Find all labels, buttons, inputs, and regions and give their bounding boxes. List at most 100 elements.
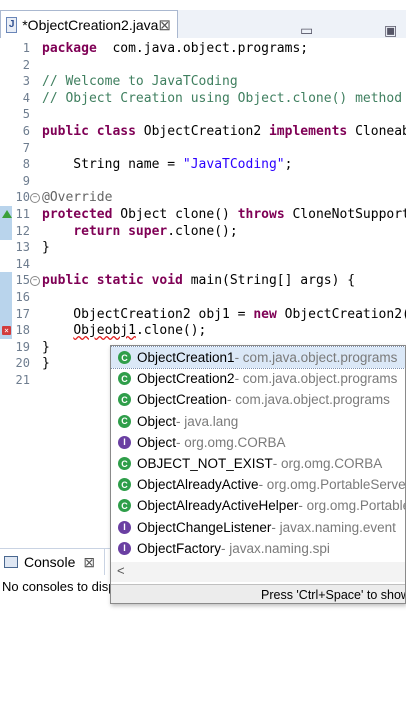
line-number: 4 [22, 90, 30, 105]
code-line[interactable]: 4 // Object Creation using Object.clone()… [0, 90, 406, 107]
class-icon: C [118, 478, 131, 492]
code-text: Objeobj1.clone(); [73, 323, 207, 339]
line-number: 3 [22, 74, 30, 89]
line-number: 11 [15, 207, 30, 221]
code-line[interactable]: 7 [0, 140, 406, 157]
autocomplete-item-name: ObjectCreation1 [137, 350, 235, 365]
autocomplete-item[interactable]: C OBJECT_NOT_EXIST - org.omg.CORBA [111, 453, 405, 474]
close-icon[interactable]: ⊠ [83, 554, 95, 571]
autocomplete-popup: C ObjectCreation1 - com.java.object.progr… [110, 345, 406, 604]
code-text: // Welcome to JavaTCoding [42, 74, 238, 90]
autocomplete-item[interactable]: C ObjectCreation2 - com.java.object.progr… [111, 368, 405, 389]
autocomplete-item[interactable]: C ObjectCreation1 - com.java.object.progr… [111, 346, 405, 369]
editor-tab[interactable]: J *ObjectCreation2.java ⊠ [0, 10, 178, 38]
class-icon: C [118, 393, 131, 407]
autocomplete-item-name: ObjectAlreadyActiveHelper [137, 498, 299, 514]
autocomplete-item[interactable]: C ObjectAlreadyActive - org.omg.PortableS… [111, 474, 406, 495]
code-line[interactable]: 8 String name = "JavaTCoding"; [0, 156, 406, 173]
line-number: 15 [15, 273, 30, 288]
code-line[interactable]: 17 ObjectCreation2 obj1 = new ObjectCrea… [0, 305, 406, 323]
autocomplete-item[interactable]: C ObjectAlreadyActiveHelper - org.omg.Por… [111, 495, 405, 516]
autocomplete-item[interactable]: I ObjectChangeListener - javax.naming.eve… [111, 517, 405, 538]
line-number: 7 [22, 140, 30, 155]
console-icon [4, 556, 18, 568]
code-text: @Override [42, 190, 113, 206]
line-number: 1 [22, 41, 30, 55]
line-number: 9 [22, 173, 30, 188]
code-text: public static void main(String[] args) { [42, 273, 356, 289]
autocomplete-hint: Press 'Ctrl+Space' to show Template Prop… [261, 588, 405, 602]
class-icon: C [118, 372, 131, 386]
close-icon[interactable]: ⊠ [158, 16, 171, 34]
code-text: ObjectCreation2 obj1 = new ObjectCreatio… [42, 306, 406, 322]
editor-tab-bar: J *ObjectCreation2.java ⊠ ▭ ▣ [0, 10, 406, 39]
autocomplete-item-name: OBJECT_NOT_EXIST [137, 456, 273, 471]
line-number: 16 [15, 290, 30, 304]
autocomplete-item-package: - javax.naming.event [271, 519, 396, 535]
code-line[interactable]: 14 [0, 256, 406, 273]
autocomplete-item-package: - org.omg.PortableServer [298, 498, 405, 514]
class-icon: C [118, 351, 131, 364]
autocomplete-item-package: - com.java.object.programs [234, 350, 398, 365]
maximize-icon[interactable]: ▣ [384, 22, 397, 39]
code-text: // Object Creation using Object.clone() … [42, 90, 403, 106]
console-tab-label: Console [24, 554, 76, 570]
line-number: 5 [22, 107, 30, 122]
autocomplete-item[interactable]: I Object - org.omg.CORBA [111, 432, 405, 453]
autocomplete-item-name: ObjectCreation [137, 392, 228, 408]
line-number: 19 [15, 339, 30, 354]
code-text: return super.clone(); [73, 223, 238, 239]
autocomplete-item-package: - org.omg.CORBA [176, 434, 286, 450]
code-line[interactable]: 9 [0, 173, 406, 190]
editor-tab-title: *ObjectCreation2.java [22, 16, 159, 33]
line-number: 10 [15, 190, 30, 205]
line-number: 8 [22, 157, 30, 172]
autocomplete-item-package: - org.omg.CORBA [272, 456, 383, 471]
autocomplete-item[interactable]: C Object - java.lang [111, 411, 405, 432]
interface-icon: I [118, 520, 131, 534]
autocomplete-item[interactable]: C ObjectCreation - com.java.object.progra… [111, 389, 405, 410]
code-line[interactable]: 6 public class ObjectCreation2 implements… [0, 123, 406, 140]
fold-toggle-icon[interactable]: − [30, 276, 40, 287]
code-line[interactable]: −10 @Override [0, 189, 406, 206]
scroll-left-icon[interactable]: < [117, 563, 125, 578]
code-line[interactable]: 5 [0, 106, 406, 123]
code-line[interactable]: 11 protected Object clone() throws CloneN… [0, 206, 406, 223]
class-icon: C [118, 414, 131, 428]
code-text: } [42, 356, 50, 372]
line-number: 6 [22, 124, 30, 138]
autocomplete-item-name: Object [137, 413, 177, 429]
autocomplete-item[interactable]: I ObjectFactory - javax.naming.spi [111, 538, 405, 559]
console-tab[interactable]: Console ⊠ [0, 549, 105, 575]
java-file-icon: J [6, 16, 18, 33]
code-line[interactable]: 2 [0, 57, 406, 74]
line-number: 12 [15, 223, 30, 238]
code-line[interactable]: 1 package com.java.object.programs; [0, 40, 406, 57]
code-line[interactable]: 13} [0, 239, 406, 256]
line-number: 21 [15, 373, 30, 387]
interface-icon: I [118, 541, 131, 555]
autocomplete-item-package: - java.lang [176, 413, 239, 429]
autocomplete-item-package: - org.omg.PortableServer [258, 477, 406, 493]
autocomplete-item-name: Object [137, 434, 177, 450]
autocomplete-footer: Press 'Ctrl+Space' to show Template Prop… [111, 584, 405, 603]
popup-horizontal-scrollbar[interactable]: < [111, 562, 405, 582]
autocomplete-item-name: ObjectCreation2 [137, 371, 235, 387]
line-number: 2 [22, 57, 30, 72]
code-text: String name = "JavaTCoding"; [42, 157, 293, 173]
fold-toggle-icon[interactable]: − [30, 193, 40, 204]
code-text: public class ObjectCreation2 implements … [42, 124, 406, 139]
code-line[interactable]: 12 return super.clone(); [0, 222, 406, 240]
line-number: 14 [15, 256, 30, 271]
line-number: 13 [15, 240, 30, 255]
top-band [0, 0, 406, 10]
code-line[interactable]: −15 public static void main(String[] args… [0, 272, 406, 290]
code-line[interactable]: × 18 Objeobj1.clone(); [0, 322, 406, 340]
code-line[interactable]: 16 [0, 289, 406, 306]
minimize-icon[interactable]: ▭ [300, 22, 313, 39]
autocomplete-item-name: ObjectChangeListener [137, 519, 272, 535]
autocomplete-item-name: ObjectFactory [137, 540, 222, 556]
class-icon: C [118, 499, 131, 513]
autocomplete-item-package: - com.java.object.programs [234, 371, 398, 387]
code-line[interactable]: 3 // Welcome to JavaTCoding [0, 73, 406, 90]
